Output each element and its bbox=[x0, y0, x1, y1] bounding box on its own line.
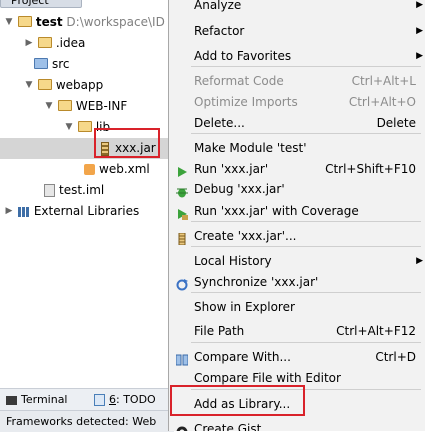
folder-icon bbox=[37, 79, 52, 90]
tree-row-webapp[interactable]: ▼ webapp bbox=[24, 75, 104, 96]
submenu-arrow-icon: ▶ bbox=[416, 26, 423, 36]
tab-terminal[interactable]: Terminal bbox=[6, 389, 68, 411]
menu-item-label: File Path bbox=[194, 324, 245, 338]
submenu-arrow-icon: ▶ bbox=[416, 0, 423, 10]
menu-item-shortcut: Ctrl+Alt+O bbox=[348, 95, 416, 109]
annotation-highlight-box bbox=[170, 385, 305, 416]
tree-row-test-module[interactable]: ▼ test D:\workspace\ID bbox=[4, 12, 165, 33]
menu-item-local-history[interactable]: Local History ▶ bbox=[169, 250, 425, 272]
menu-item-label: Create 'xxx.jar'... bbox=[194, 229, 297, 243]
menu-item-label: Compare With... bbox=[194, 350, 291, 364]
menu-item-label: Run 'xxx.jar' bbox=[194, 162, 269, 176]
folder-icon bbox=[37, 37, 52, 48]
expand-arrow-icon[interactable]: ▼ bbox=[64, 117, 74, 138]
tree-row-label: .idea bbox=[55, 36, 86, 50]
menu-item-label: Run 'xxx.jar' with Coverage bbox=[194, 204, 359, 218]
coverage-icon bbox=[176, 205, 188, 220]
menu-item-analyze[interactable]: Analyze ▶ bbox=[169, 0, 425, 16]
menu-item-label: Add to Favorites bbox=[194, 49, 292, 63]
menu-item-show-in-explorer[interactable]: Show in Explorer bbox=[169, 296, 425, 318]
menu-item-shortcut: Ctrl+Shift+F10 bbox=[325, 162, 416, 176]
menu-item-label: Create Gist... bbox=[194, 422, 273, 431]
menu-item-run-xxx-jar-with-coverage[interactable]: Run 'xxx.jar' with Coverage bbox=[169, 200, 425, 222]
tree-row-external-libraries[interactable]: ▶ External Libraries bbox=[4, 201, 140, 222]
libraries-icon bbox=[17, 206, 30, 217]
expand-arrow-icon[interactable]: ▼ bbox=[4, 12, 14, 33]
menu-item-label: Synchronize 'xxx.jar' bbox=[194, 275, 319, 289]
folder-icon bbox=[77, 121, 92, 132]
menu-item-reformat-code[interactable]: Reformat Code Ctrl+Alt+L bbox=[169, 70, 425, 92]
compare-icon bbox=[175, 351, 189, 366]
tab-todo-label: : TODO bbox=[116, 393, 156, 406]
todo-icon bbox=[94, 394, 105, 406]
submenu-arrow-icon: ▶ bbox=[416, 256, 423, 266]
status-bar: Frameworks detected: Web bbox=[0, 410, 174, 432]
folder-icon bbox=[57, 100, 72, 111]
expand-arrow-icon[interactable]: ▼ bbox=[44, 96, 54, 117]
context-menu: Analyze ▶ Refactor ▶ Add to Favorites ▶ Reform… bbox=[168, 0, 425, 431]
menu-item-create-xxx-jar[interactable]: Create 'xxx.jar'... bbox=[169, 225, 425, 247]
menu-item-make-module-test[interactable]: Make Module 'test' bbox=[169, 137, 425, 159]
menu-item-delete[interactable]: Delete... Delete bbox=[169, 112, 425, 134]
tree-row-web-inf[interactable]: ▼ WEB-INF bbox=[44, 96, 128, 117]
project-tool-window: Project ▼ test D:\workspace\ID ▶ .idea s… bbox=[0, 0, 168, 388]
menu-item-label: Delete... bbox=[194, 116, 245, 130]
tab-todo-number: 6 bbox=[109, 393, 116, 406]
tree-row-label: WEB-INF bbox=[75, 99, 128, 113]
tree-row-label: src bbox=[52, 57, 70, 71]
menu-item-label: Analyze bbox=[194, 0, 242, 12]
menu-item-label: Optimize Imports bbox=[194, 95, 298, 109]
expand-arrow-icon[interactable]: ▼ bbox=[24, 75, 34, 96]
expand-arrow-icon[interactable]: ▶ bbox=[4, 201, 14, 222]
menu-item-label: Local History bbox=[194, 254, 272, 268]
menu-item-shortcut: Ctrl+D bbox=[375, 350, 416, 364]
tab-todo[interactable]: 6: TODO bbox=[94, 389, 156, 411]
tree-row-label: webapp bbox=[55, 78, 104, 92]
debug-icon bbox=[176, 183, 188, 198]
tree-row-label: web.xml bbox=[99, 162, 150, 176]
menu-item-refactor[interactable]: Refactor ▶ bbox=[169, 20, 425, 42]
menu-item-label: Debug 'xxx.jar' bbox=[194, 182, 285, 196]
xml-file-icon bbox=[84, 164, 95, 175]
module-folder-icon bbox=[17, 16, 32, 27]
menu-separator bbox=[191, 342, 421, 343]
menu-item-synchronize-xxx-jar[interactable]: Synchronize 'xxx.jar' bbox=[169, 271, 425, 293]
source-folder-icon bbox=[34, 58, 48, 69]
module-path-text: D:\workspace\ID bbox=[66, 15, 165, 29]
menu-item-create-gist[interactable]: Create Gist... bbox=[169, 418, 425, 431]
menu-item-label: Show in Explorer bbox=[194, 300, 295, 314]
expand-arrow-icon[interactable]: ▶ bbox=[24, 33, 34, 54]
jar-icon bbox=[176, 230, 188, 246]
menu-item-shortcut: Delete bbox=[376, 116, 416, 130]
menu-item-label: Reformat Code bbox=[194, 74, 284, 88]
tree-row-test-iml[interactable]: test.iml bbox=[44, 180, 104, 201]
menu-item-file-path[interactable]: File Path Ctrl+Alt+F12 bbox=[169, 320, 425, 342]
tab-terminal-label: Terminal bbox=[21, 393, 68, 406]
menu-item-debug-xxx-jar[interactable]: Debug 'xxx.jar' bbox=[169, 178, 425, 200]
tree-row-web-xml[interactable]: web.xml bbox=[84, 159, 150, 180]
menu-item-shortcut: Ctrl+Alt+F12 bbox=[336, 324, 416, 338]
tree-row-src[interactable]: src bbox=[34, 54, 70, 75]
annotation-highlight-box bbox=[94, 128, 160, 158]
run-icon bbox=[176, 163, 188, 177]
project-tab-header[interactable]: Project bbox=[0, 0, 82, 8]
menu-item-run-xxx-jar[interactable]: Run 'xxx.jar' Ctrl+Shift+F10 bbox=[169, 158, 425, 180]
menu-item-optimize-imports[interactable]: Optimize Imports Ctrl+Alt+O bbox=[169, 91, 425, 113]
tree-row-label: test.iml bbox=[59, 183, 105, 197]
menu-item-label: Make Module 'test' bbox=[194, 141, 307, 155]
tree-row-label: External Libraries bbox=[33, 204, 140, 218]
tree-row-idea[interactable]: ▶ .idea bbox=[24, 33, 86, 54]
sync-icon bbox=[176, 276, 188, 291]
menu-item-compare-with[interactable]: Compare With... Ctrl+D bbox=[169, 346, 425, 368]
menu-item-add-to-favorites[interactable]: Add to Favorites ▶ bbox=[169, 45, 425, 67]
menu-item-label: Refactor bbox=[194, 24, 245, 38]
status-text: Frameworks detected: Web bbox=[6, 415, 157, 428]
github-icon bbox=[176, 423, 188, 431]
submenu-arrow-icon: ▶ bbox=[416, 51, 423, 61]
tree-row-label: test bbox=[35, 15, 63, 29]
terminal-icon bbox=[6, 395, 17, 405]
tool-window-bar: Terminal 6: TODO bbox=[0, 388, 168, 411]
menu-item-shortcut: Ctrl+Alt+L bbox=[351, 74, 416, 88]
iml-file-icon bbox=[44, 184, 55, 197]
